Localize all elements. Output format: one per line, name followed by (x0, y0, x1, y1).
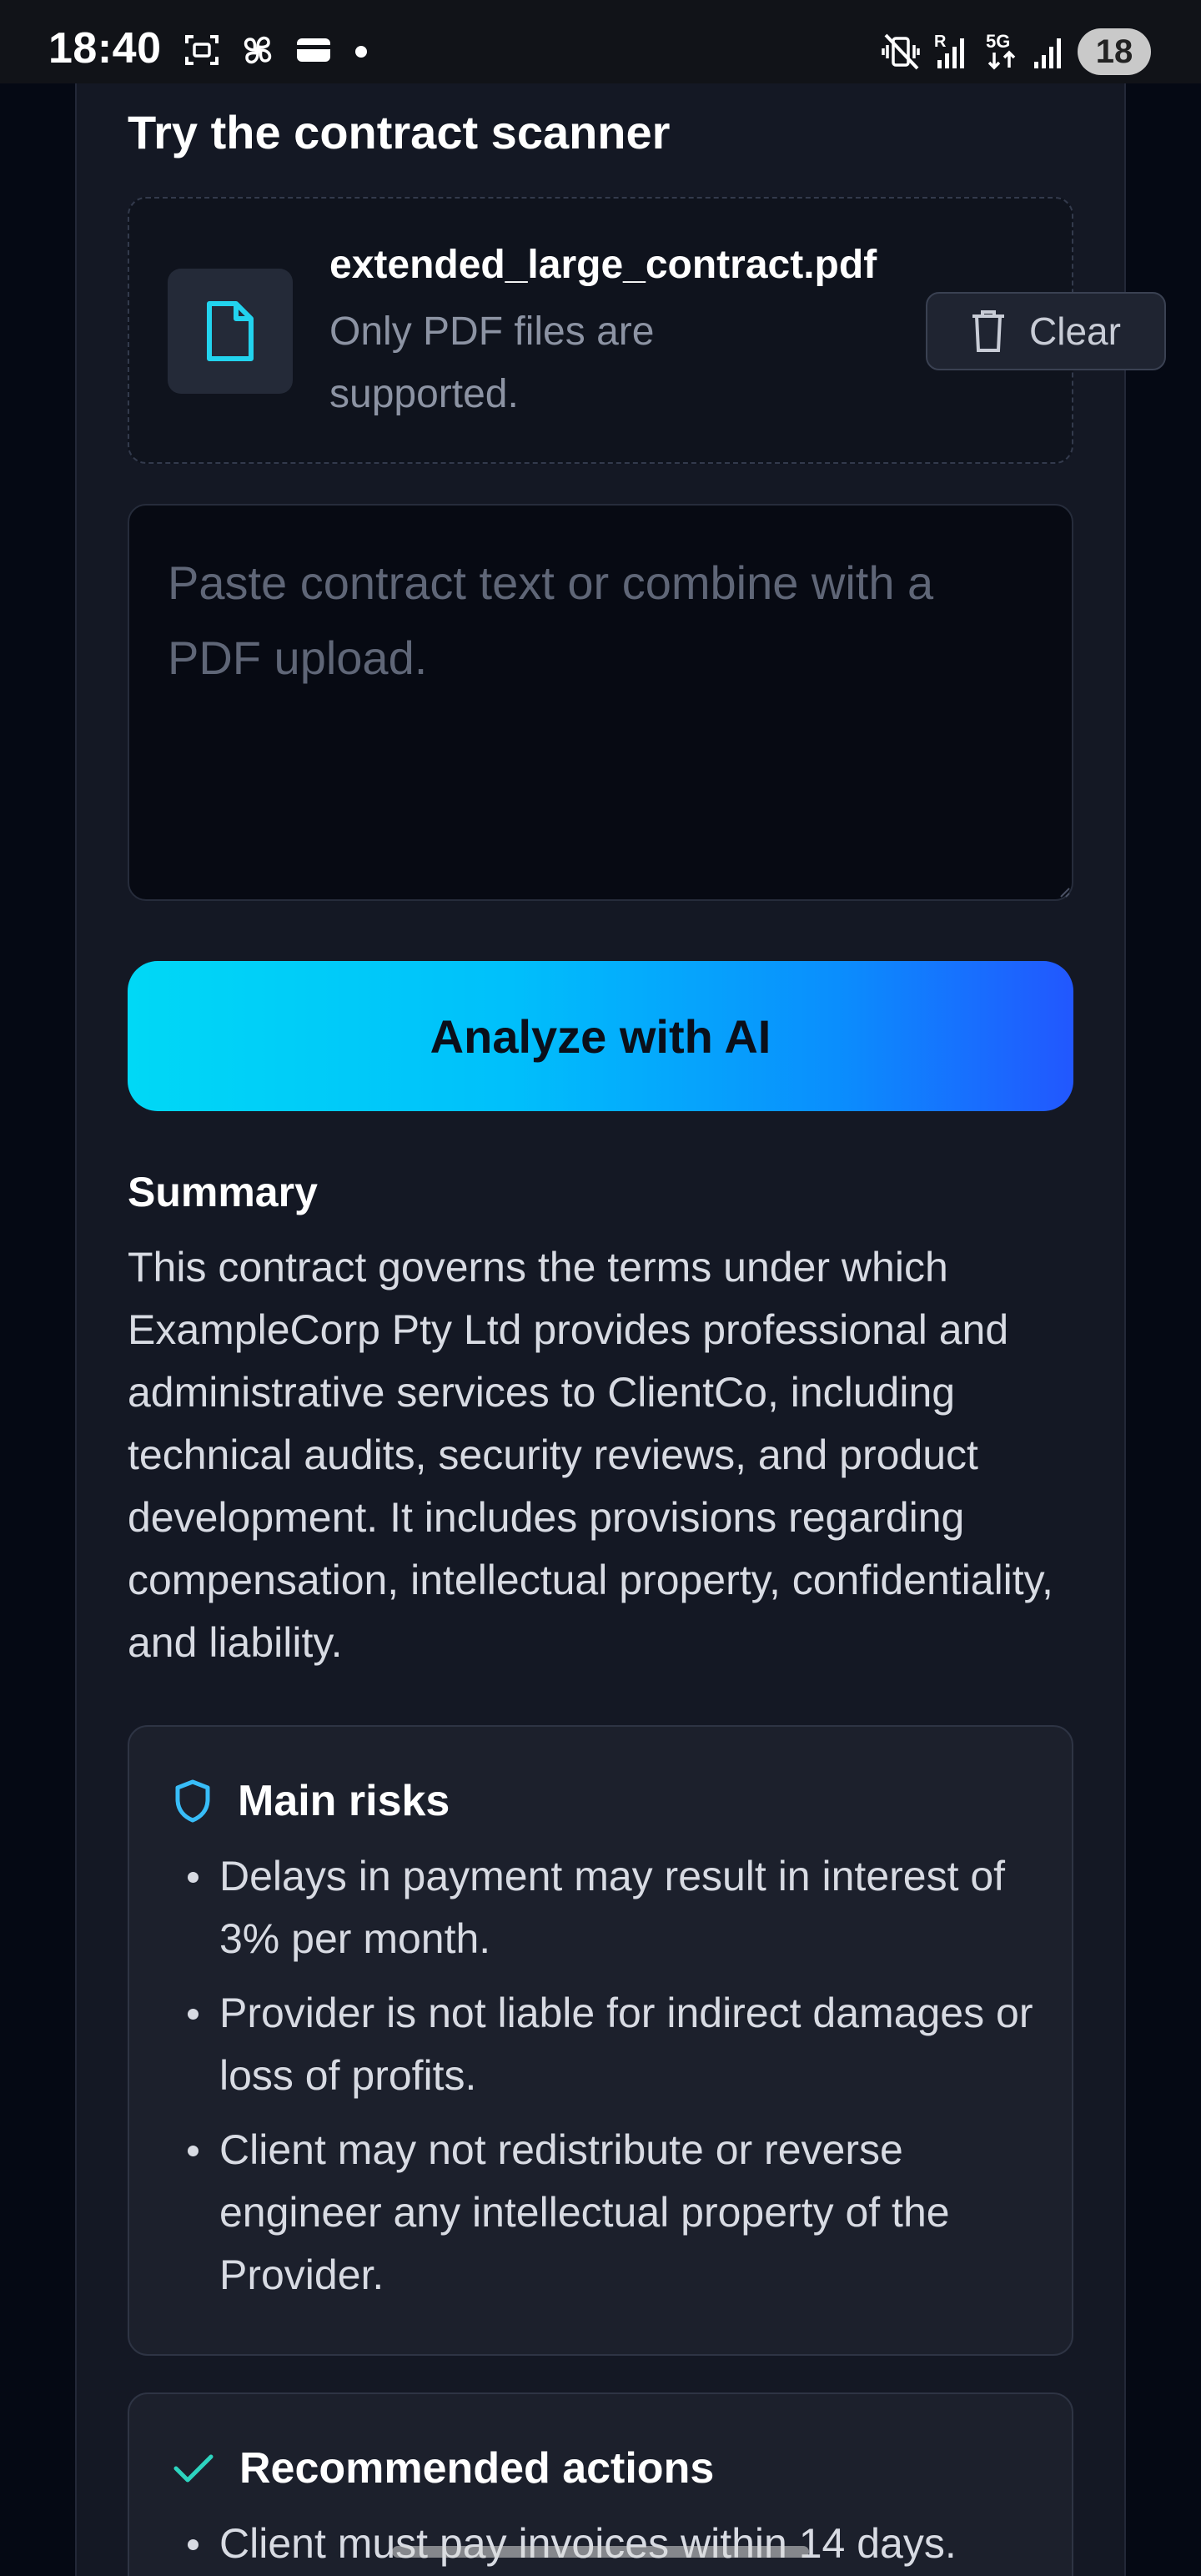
clear-button-label: Clear (1029, 309, 1121, 353)
status-bar: 18:40 R 5G 18 (0, 0, 1201, 83)
actions-header: Recommended actions (173, 2441, 714, 2496)
app-root: 18:40 R 5G 18 Try the contract scanner e… (0, 0, 1201, 2576)
page-title: Try the contract scanner (128, 106, 671, 158)
resize-handle-icon[interactable] (1057, 884, 1070, 898)
actions-title: Recommended actions (239, 2444, 715, 2493)
shield-icon (175, 1779, 210, 1823)
screenshot-icon (185, 35, 219, 65)
wallet-icon (297, 38, 330, 62)
file-hint: Only PDF files are supported. (329, 309, 655, 416)
dot-icon (355, 46, 367, 58)
status-time: 18:40 (48, 24, 162, 73)
check-icon (173, 2454, 214, 2483)
list-item: Provider is not liable for indirect dama… (188, 1982, 1053, 2107)
vibrate-mute-icon (882, 33, 920, 70)
status-left-icons (182, 28, 374, 72)
signal-icon (1034, 38, 1061, 68)
list-item: Client must pay invoices within 14 days. (188, 2513, 1053, 2575)
file-thumbnail (168, 269, 293, 394)
pinwheel-icon (244, 36, 272, 64)
risks-title: Main risks (238, 1777, 450, 1825)
list-item: Client may not redistribute or reverse e… (188, 2119, 1053, 2307)
signal-r-icon: R (934, 33, 964, 68)
summary-heading: Summary (128, 1169, 318, 1215)
summary-text: This contract governs the terms under wh… (128, 1244, 1053, 1666)
risks-header: Main risks (173, 1774, 450, 1829)
gesture-bar[interactable] (392, 2546, 809, 2558)
battery-indicator: 18 (1078, 28, 1151, 75)
trash-icon (972, 310, 1004, 352)
status-right-icons: R 5G 18 (881, 23, 1151, 80)
file-name: extended_large_contract.pdf (329, 243, 877, 287)
contract-text-input[interactable]: Paste contract text or combine with a PD… (128, 504, 1073, 901)
risks-list: Delays in payment may result in interest… (188, 1845, 1053, 2318)
5g-icon: 5G (986, 31, 1016, 70)
actions-list: Client must pay invoices within 14 days. (188, 2513, 1053, 2576)
contract-text-placeholder: Paste contract text or combine with a PD… (168, 556, 934, 684)
clear-button[interactable]: Clear (926, 292, 1166, 370)
risks-panel: Main risks Delays in payment may result … (128, 1725, 1073, 2356)
svg-text:5G: 5G (986, 31, 1010, 52)
file-icon (207, 301, 254, 361)
analyze-button[interactable]: Analyze with AI (128, 961, 1073, 1111)
list-item: Delays in payment may result in interest… (188, 1845, 1053, 1970)
svg-text:R: R (934, 33, 947, 51)
